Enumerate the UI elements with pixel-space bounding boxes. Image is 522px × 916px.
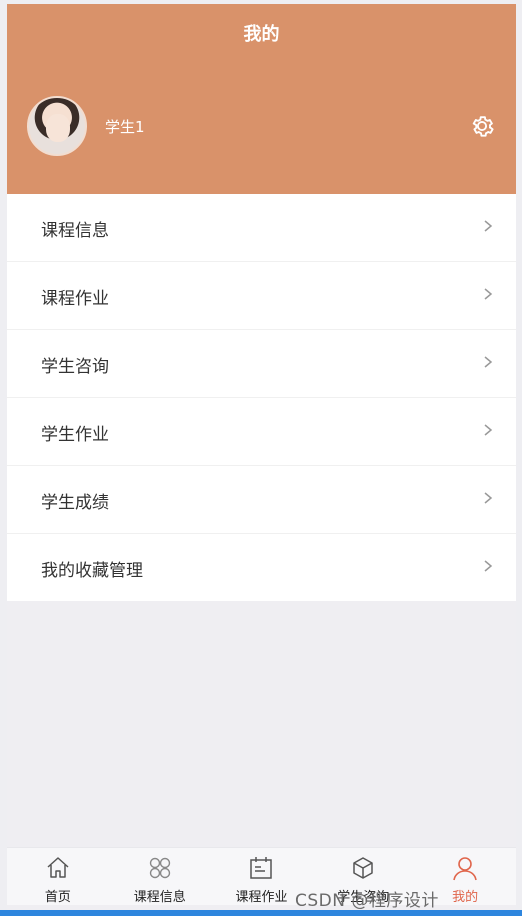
- menu-item-label: 学生成绩: [41, 493, 109, 513]
- watermark: CSDN @程序设计: [295, 891, 439, 911]
- tab-bar: 首页 课程信息 课程作业 学生咨询 我的: [7, 847, 516, 905]
- box-icon: [353, 857, 374, 879]
- app-screen: 我的 学生1 课程信息 课程作业 学生咨询 学生作业 学生成绩 我的收藏管理 首…: [7, 4, 516, 910]
- menu-item-label: 学生咨询: [41, 357, 109, 377]
- home-icon: [47, 857, 69, 878]
- chevron-right-icon: [484, 492, 493, 504]
- tab-home[interactable]: 首页: [7, 848, 109, 905]
- menu-item-student-homework[interactable]: 学生作业: [7, 398, 516, 466]
- menu-item-course-info[interactable]: 课程信息: [7, 194, 516, 262]
- chevron-right-icon: [484, 356, 493, 368]
- avatar-face: [46, 114, 70, 142]
- profile-header: 我的 学生1: [7, 4, 516, 194]
- tab-course-info[interactable]: 课程信息: [109, 848, 211, 905]
- chevron-right-icon: [484, 560, 493, 572]
- avatar[interactable]: [27, 96, 87, 156]
- chevron-right-icon: [484, 288, 493, 300]
- menu-item-student-consult[interactable]: 学生咨询: [7, 330, 516, 398]
- chevron-right-icon: [484, 424, 493, 436]
- calendar-icon: [250, 857, 273, 879]
- grid-icon: [149, 857, 170, 879]
- window-bottom-bar: [0, 910, 522, 916]
- chevron-right-icon: [484, 220, 493, 232]
- menu-list: 课程信息 课程作业 学生咨询 学生作业 学生成绩 我的收藏管理: [7, 194, 516, 601]
- tab-label: 课程信息: [133, 890, 186, 905]
- tab-label: 首页: [44, 890, 71, 905]
- user-icon: [453, 857, 477, 881]
- menu-item-student-grades[interactable]: 学生成绩: [7, 466, 516, 534]
- username: 学生1: [105, 118, 145, 136]
- page-title: 我的: [243, 24, 280, 45]
- menu-item-label: 课程作业: [41, 289, 109, 309]
- menu-item-label: 我的收藏管理: [41, 561, 143, 581]
- menu-item-label: 学生作业: [41, 425, 109, 445]
- menu-item-label: 课程信息: [41, 221, 109, 241]
- menu-item-course-homework[interactable]: 课程作业: [7, 262, 516, 330]
- gear-icon[interactable]: [468, 112, 496, 140]
- menu-item-favorites[interactable]: 我的收藏管理: [7, 534, 516, 601]
